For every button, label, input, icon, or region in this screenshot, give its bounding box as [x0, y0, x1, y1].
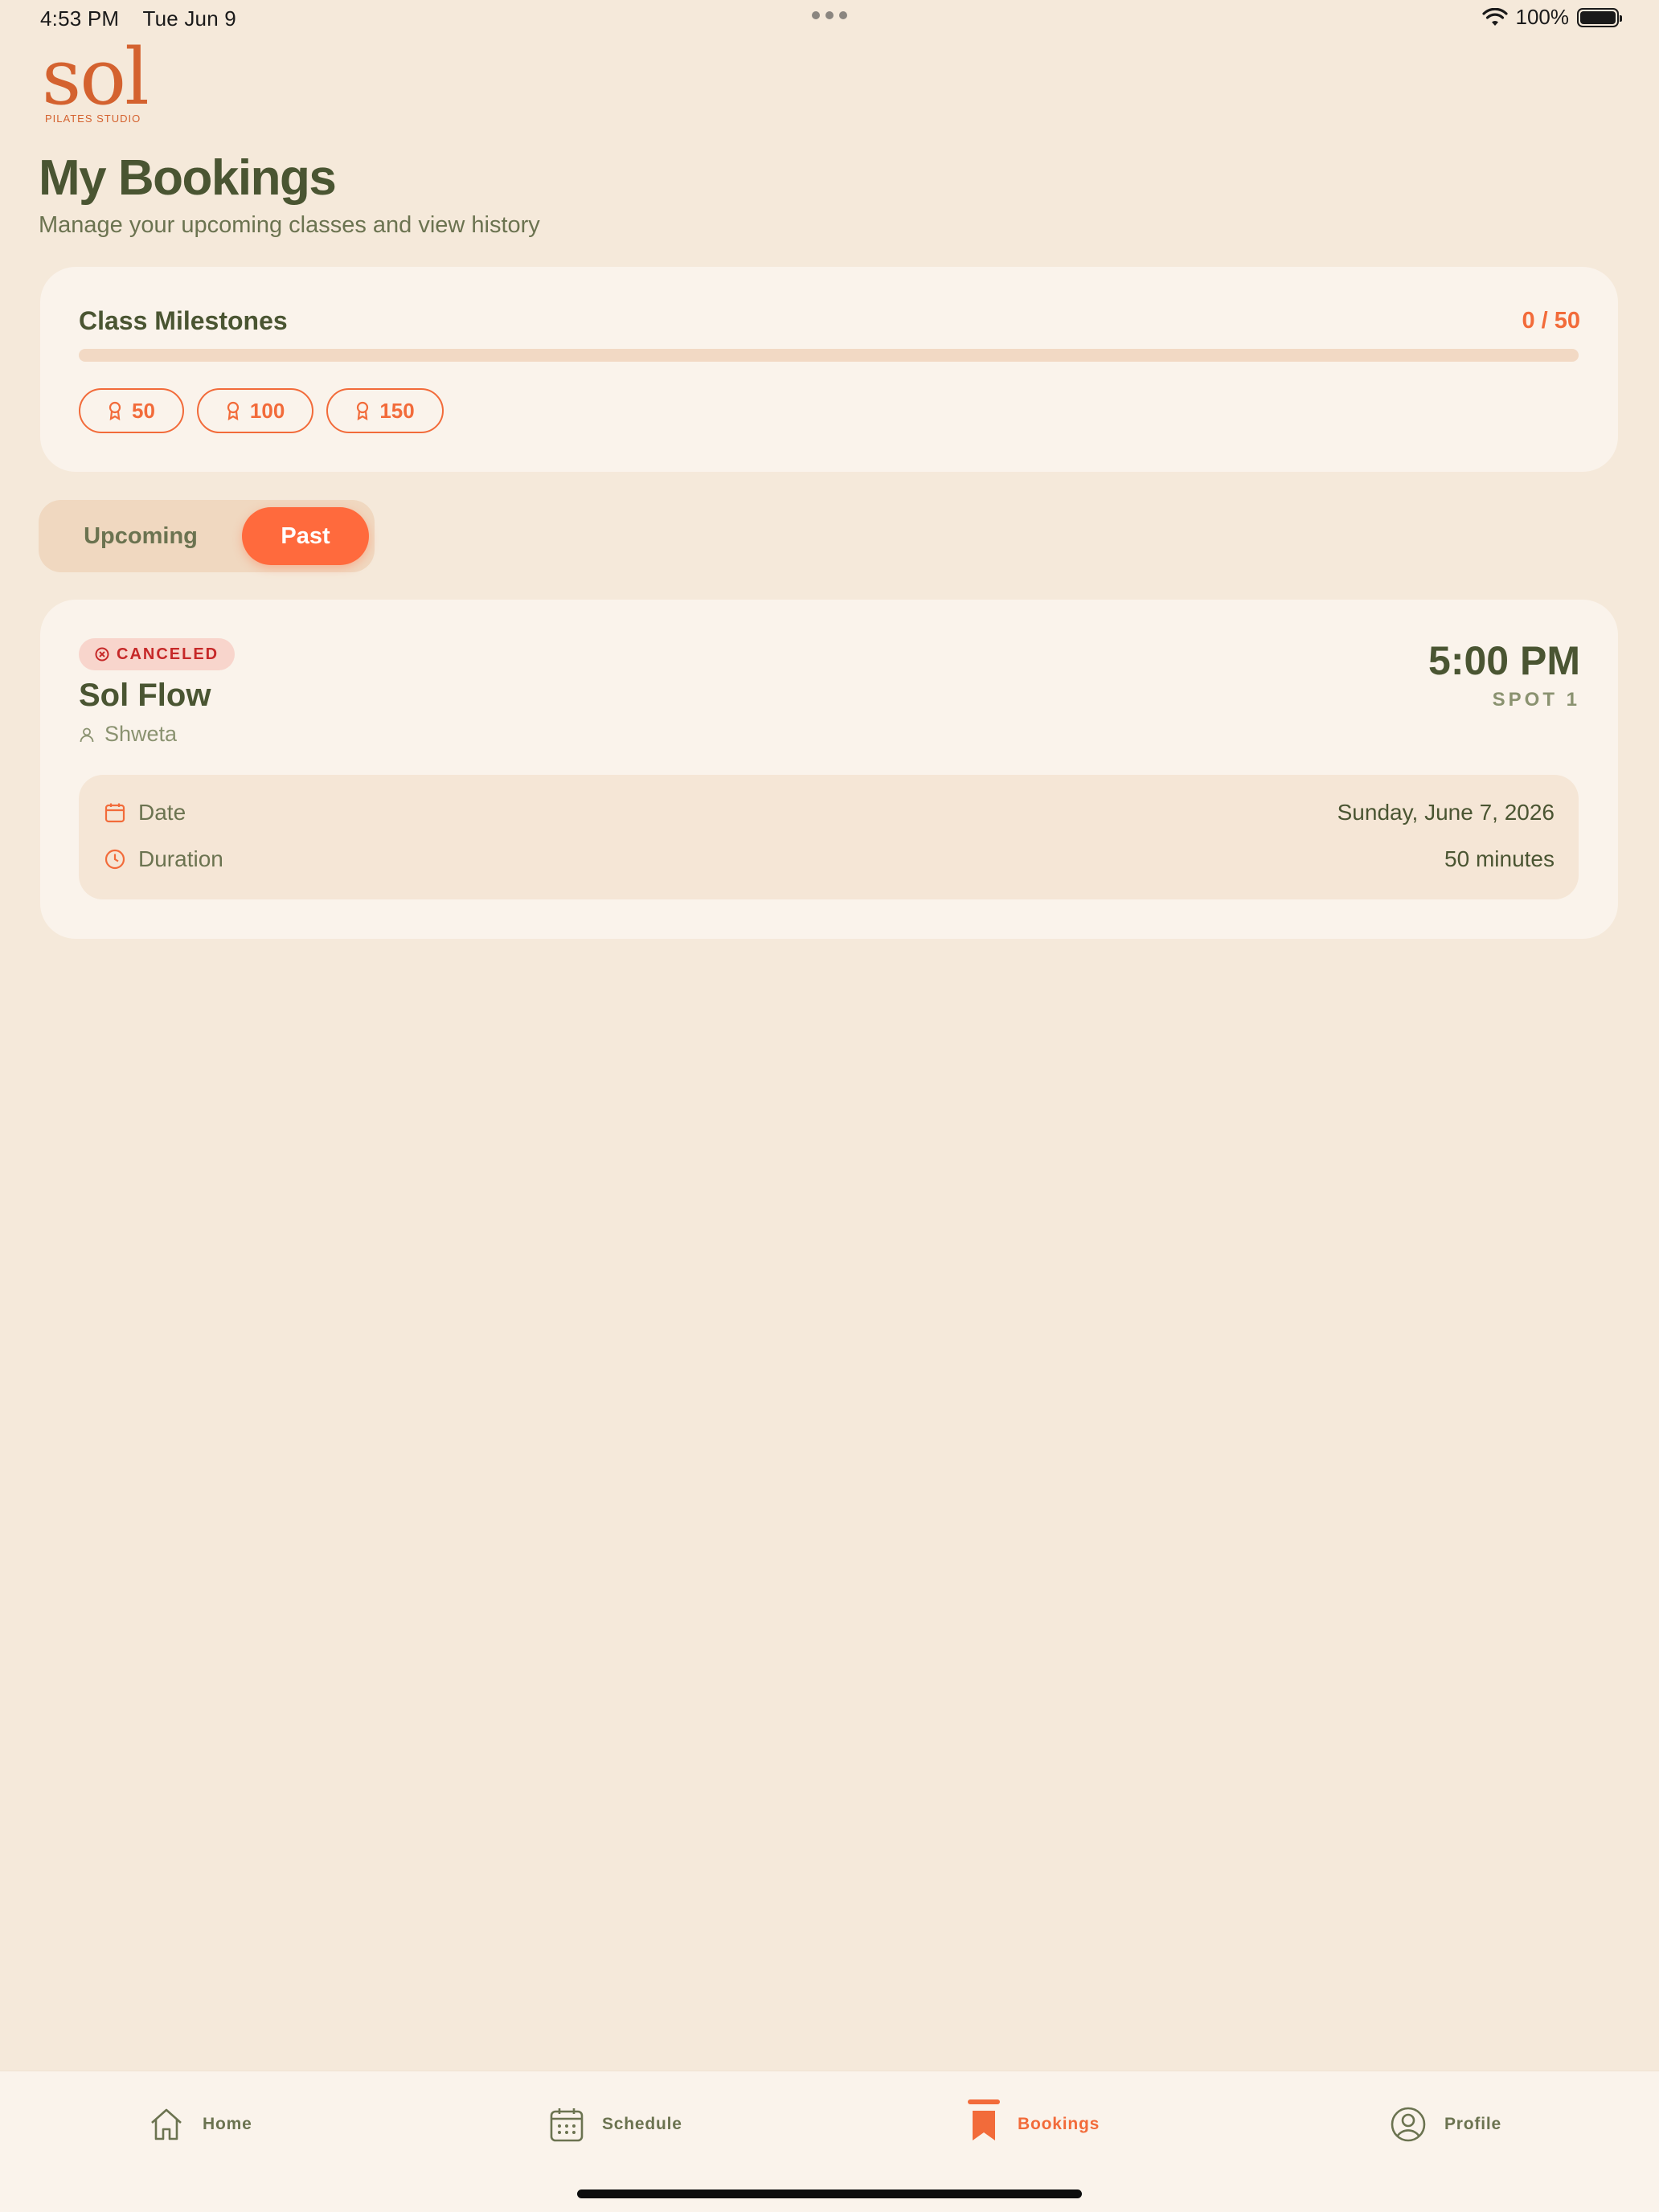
user-icon — [80, 727, 94, 742]
award-icon — [357, 401, 369, 420]
detail-row-date: Date — [104, 800, 186, 825]
tab-schedule[interactable]: Schedule — [549, 2106, 682, 2143]
tab-bookings-label: Bookings — [1018, 2115, 1100, 2133]
milestone-badge-150[interactable]: 150 — [326, 388, 444, 433]
milestones-card — [40, 267, 1618, 472]
tab-schedule-label: Schedule — [602, 2115, 682, 2133]
award-icon — [227, 401, 240, 420]
instructor-name: Shweta — [104, 722, 178, 746]
spot-label: SPOT 1 — [1492, 689, 1580, 711]
calendar-icon — [104, 803, 125, 823]
tab-home-label: Home — [203, 2115, 252, 2133]
instructor: Shweta — [79, 722, 177, 747]
milestone-badge-50[interactable]: 50 — [79, 388, 184, 433]
class-name: Sol Flow — [79, 678, 211, 713]
home-indicator[interactable] — [577, 2189, 1082, 2198]
milestone-badge-100[interactable]: 100 — [196, 388, 314, 433]
page-title: My Bookings — [39, 150, 337, 206]
tab-profile-label: Profile — [1444, 2115, 1501, 2133]
class-time: 5:00 PM — [1428, 638, 1580, 683]
brand-logo: sol PILATES STUDIO — [42, 32, 150, 125]
clock-icon — [104, 849, 125, 870]
x-circle-icon — [95, 647, 109, 662]
battery-icon — [1577, 7, 1622, 27]
active-tab-indicator — [968, 2099, 1000, 2104]
date-label: Date — [138, 800, 186, 825]
status-time: 4:53 PM — [40, 6, 120, 31]
tab-home[interactable]: Home — [148, 2106, 252, 2143]
tab-profile[interactable]: Profile — [1390, 2106, 1501, 2143]
multitasking-dots-icon[interactable] — [812, 11, 847, 19]
page-subtitle: Manage your upcoming classes and view hi… — [39, 212, 540, 238]
booking-details-panel — [79, 775, 1579, 899]
status-badge: CANCELED — [79, 638, 236, 670]
date-value: Sunday, June 7, 2026 — [1337, 800, 1555, 825]
milestone-badge-label: 150 — [379, 398, 415, 423]
segment-past[interactable]: Past — [242, 507, 369, 565]
bookmark-icon — [973, 2111, 995, 2140]
status-badge-label: CANCELED — [117, 645, 219, 663]
house-icon — [151, 2108, 182, 2140]
milestones-title: Class Milestones — [79, 306, 288, 335]
status-bar-right: 100% — [1481, 5, 1622, 30]
battery-percent: 100% — [1515, 5, 1570, 29]
calendar-icon — [550, 2108, 584, 2142]
brand-subtitle: PILATES STUDIO — [45, 113, 141, 125]
wifi-icon — [1481, 7, 1508, 26]
status-bar-time: 4:53 PM Tue Jun 9 — [40, 6, 236, 31]
milestones-count: 0 / 50 — [1522, 308, 1580, 334]
segment-upcoming[interactable]: Upcoming — [39, 500, 243, 572]
milestones-progress-bar — [79, 349, 1579, 362]
tab-bookings[interactable]: Bookings — [968, 2106, 1100, 2143]
detail-row-duration: Duration — [104, 846, 223, 872]
status-date: Tue Jun 9 — [142, 6, 236, 31]
milestone-badges: 50 100 150 — [79, 388, 444, 433]
brand-name: sol — [42, 32, 150, 122]
user-circle-icon — [1391, 2107, 1426, 2142]
award-icon — [109, 401, 121, 420]
duration-label: Duration — [138, 846, 223, 871]
duration-value: 50 minutes — [1444, 846, 1555, 871]
milestone-badge-label: 50 — [132, 398, 155, 423]
milestone-badge-label: 100 — [249, 398, 285, 423]
